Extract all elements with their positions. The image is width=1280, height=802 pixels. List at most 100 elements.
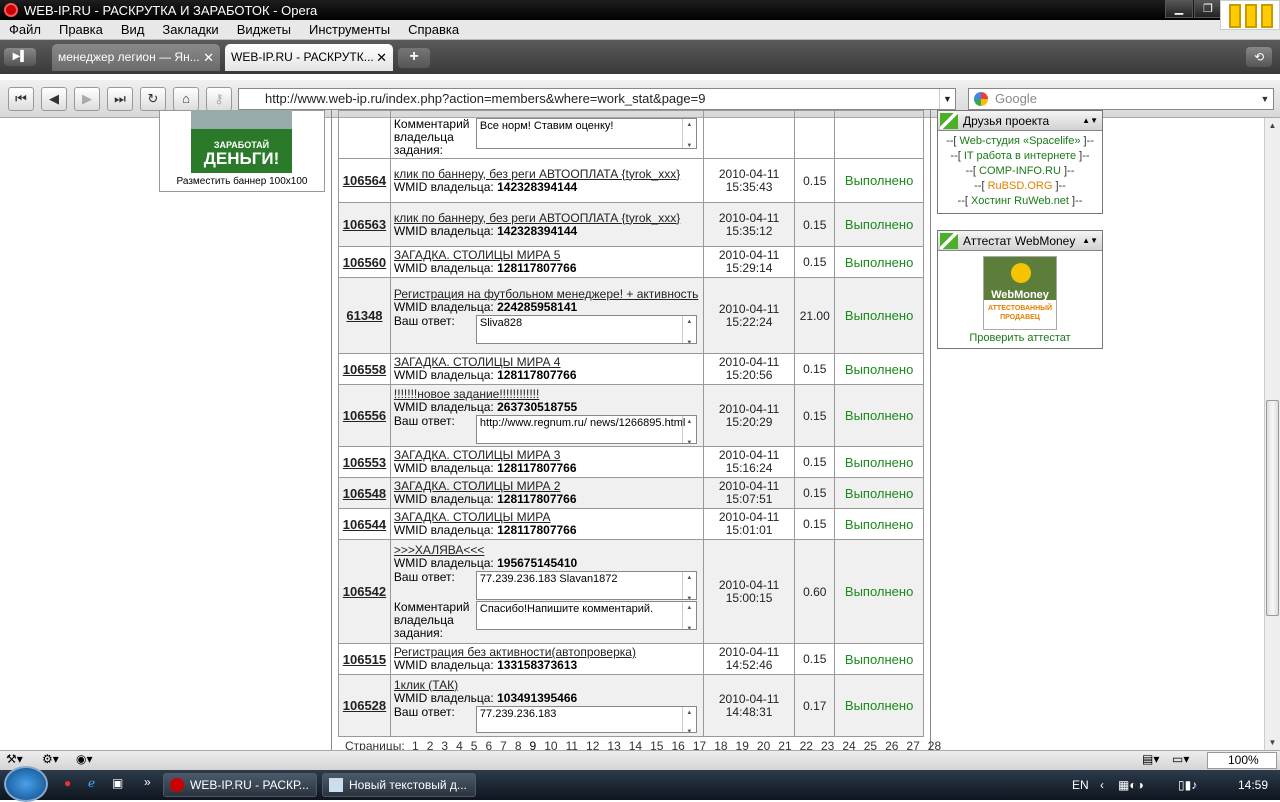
page-icon[interactable]: ▤▾ (1142, 752, 1159, 766)
url-text: http://www.web-ip.ru/index.php?action=me… (265, 91, 706, 106)
friend-link[interactable]: RuBSD.ORG (988, 180, 1053, 192)
task-id-link[interactable]: 106560 (338, 246, 391, 278)
check-attestat-link[interactable]: Проверить аттестат (938, 332, 1102, 344)
task-status: Выполнено (834, 674, 924, 737)
ie-quicklaunch-icon[interactable]: ℯ (88, 776, 95, 790)
wmid-value: 128117807766 (497, 461, 577, 475)
task-id-link[interactable]: 106548 (338, 477, 391, 509)
tab-web-ip[interactable]: WEB-IP.RU - РАСКРУТК... ✕ (225, 44, 393, 71)
network-icon[interactable]: ⚙▾ (42, 752, 59, 766)
zoom-control[interactable]: 100% (1207, 752, 1277, 769)
friends-header[interactable]: Друзья проекта ▲▼ (938, 111, 1102, 131)
taskbar-label: Новый текстовый д... (349, 778, 467, 792)
scroll-up-icon[interactable]: ▲ (1265, 118, 1280, 133)
task-id-link[interactable]: 106528 (338, 674, 391, 737)
close-icon[interactable]: ✕ (203, 44, 214, 71)
task-id-link[interactable]: 106563 (338, 202, 391, 247)
home-icon[interactable]: ⌂ (173, 87, 199, 111)
task-id-link[interactable]: 106553 (338, 446, 391, 478)
task-id-link[interactable]: 106544 (338, 508, 391, 540)
address-input[interactable]: http://www.web-ip.ru/index.php?action=me… (238, 88, 956, 110)
forward-icon[interactable]: ▶ (74, 87, 100, 111)
back-icon[interactable]: ◀ (41, 87, 67, 111)
task-time: 15:01:01 (725, 523, 773, 537)
maximize-button[interactable]: ❐ (1194, 0, 1222, 18)
vertical-scrollbar[interactable]: ▲ ▼ (1264, 118, 1280, 750)
answer-field[interactable]: 77.239.236.183 ▲ ▼ (475, 705, 697, 733)
wmid-label: WMID владельца: (393, 658, 494, 672)
google-icon (974, 92, 988, 106)
task-status: Выполнено (834, 246, 924, 278)
scroll-down-icon[interactable]: ▼ (1265, 735, 1280, 750)
task-price: 0.15 (794, 643, 836, 675)
task-id-link[interactable]: 106542 (338, 539, 391, 644)
banner-line1: ЗАРАБОТАЙ (213, 140, 270, 150)
taskbar-item-opera[interactable]: WEB-IP.RU - РАСКР... (163, 773, 317, 797)
rewind-icon[interactable]: ⏮ (8, 87, 34, 111)
task-time: 14:48:31 (725, 704, 773, 719)
menu-bookmarks[interactable]: Закладки (153, 22, 227, 37)
start-button[interactable] (4, 766, 48, 802)
chevron-down-icon[interactable]: ▼ (939, 89, 955, 109)
comment-field[interactable]: Все норм! Ставим оценку! ▲ ▼ (475, 118, 697, 149)
close-icon[interactable]: ✕ (376, 44, 387, 71)
opera-quicklaunch-icon[interactable]: ● (64, 776, 71, 790)
answer-field[interactable]: Sliva828 ▲ ▼ (475, 314, 697, 344)
answer-field[interactable]: http://www.regnum.ru/ news/1266895.html ▲… (475, 414, 697, 444)
chevron-down-icon[interactable]: ▼ (1257, 89, 1273, 109)
clock[interactable]: 14:59 (1238, 770, 1268, 800)
menu-edit[interactable]: Правка (50, 22, 112, 37)
answer-label: Ваш ответ: (393, 704, 455, 719)
menu-tools[interactable]: Инструменты (300, 22, 399, 37)
task-status: Выполнено (834, 508, 924, 540)
layout-icon[interactable]: ▭▾ (1172, 752, 1189, 766)
desktop-quicklaunch-icon[interactable]: ▣ (112, 776, 123, 790)
search-input[interactable]: Google ▼ (968, 88, 1274, 110)
collapse-icon[interactable]: ▲▼ (1082, 231, 1098, 251)
banner-caption[interactable]: Разместить баннер 100x100 (160, 176, 324, 187)
collapse-icon[interactable]: ▲▼ (1082, 111, 1098, 131)
friend-link[interactable]: IT работа в интернете (964, 150, 1076, 162)
earn-money-banner[interactable]: ЗАРАБОТАЙ ДЕНЬГИ! (191, 110, 292, 173)
new-tab-button[interactable]: + (398, 48, 430, 68)
answer-field[interactable]: 77.239.236.183 Slavan1872 ▲ ▼ (475, 570, 697, 600)
reload-icon[interactable]: ↻ (140, 87, 166, 111)
task-id-link[interactable]: 106515 (338, 643, 391, 675)
opera-logo-icon (4, 3, 18, 17)
friend-link[interactable]: Web-студия «Spacelife» (960, 135, 1081, 147)
more-icon[interactable]: » (144, 775, 151, 789)
panel-toggle-icon[interactable]: ▶▌ (4, 48, 36, 66)
comment-field[interactable]: Спасибо!Напишите комментарий. ▲ ▼ (475, 600, 697, 630)
menu-view[interactable]: Вид (112, 22, 154, 37)
task-id-link[interactable]: 61348 (338, 277, 391, 354)
view-icon[interactable]: ◉▾ (76, 752, 93, 766)
task-id-link[interactable]: 106556 (338, 384, 391, 447)
attestat-block: Аттестат WebMoney ▲▼ WebMoney АТТЕСТОВАНН… (937, 230, 1103, 349)
tab-manager-legion[interactable]: менеджер легион — Ян... ✕ (52, 44, 220, 71)
menu-file[interactable]: Файл (0, 22, 50, 37)
scrollbar-thumb[interactable] (1266, 400, 1279, 616)
language-indicator[interactable]: EN (1072, 770, 1089, 800)
desktop-widget-icon[interactable] (1220, 0, 1280, 30)
task-status: Выполнено (834, 202, 924, 247)
webmoney-logo[interactable]: WebMoney АТТЕСТОВАННЫЙ ПРОДАВЕЦ (983, 256, 1057, 330)
friend-link[interactable]: COMP-INFO.RU (979, 165, 1061, 177)
fast-forward-icon[interactable]: ⏭ (107, 87, 133, 111)
tray-expand-icon[interactable]: ‹ (1100, 770, 1104, 800)
taskbar-item-notepad[interactable]: Новый текстовый д... (322, 773, 476, 797)
tools-icon[interactable]: ⚒▾ (6, 752, 23, 766)
task-table: Комментарий владельца задания: Все норм!… (338, 110, 924, 737)
tray-network-icon[interactable]: ▯▮♪ (1178, 770, 1197, 800)
task-status: Выполнено (834, 353, 924, 385)
friend-link[interactable]: Хостинг RuWeb.net (971, 195, 1069, 207)
menu-help[interactable]: Справка (399, 22, 468, 37)
task-id-link[interactable]: 106564 (338, 158, 391, 203)
task-price: 0.17 (794, 674, 836, 737)
tray-apps-icon[interactable]: ▦◐◑ (1118, 770, 1144, 800)
attestat-header[interactable]: Аттестат WebMoney ▲▼ (938, 231, 1102, 251)
task-id-link[interactable]: 106558 (338, 353, 391, 385)
closed-tabs-icon[interactable]: ⟲ (1246, 47, 1272, 67)
security-key-icon[interactable]: ⚷ (206, 87, 232, 111)
minimize-button[interactable]: ▁ (1165, 0, 1193, 18)
menu-widgets[interactable]: Виджеты (228, 22, 300, 37)
